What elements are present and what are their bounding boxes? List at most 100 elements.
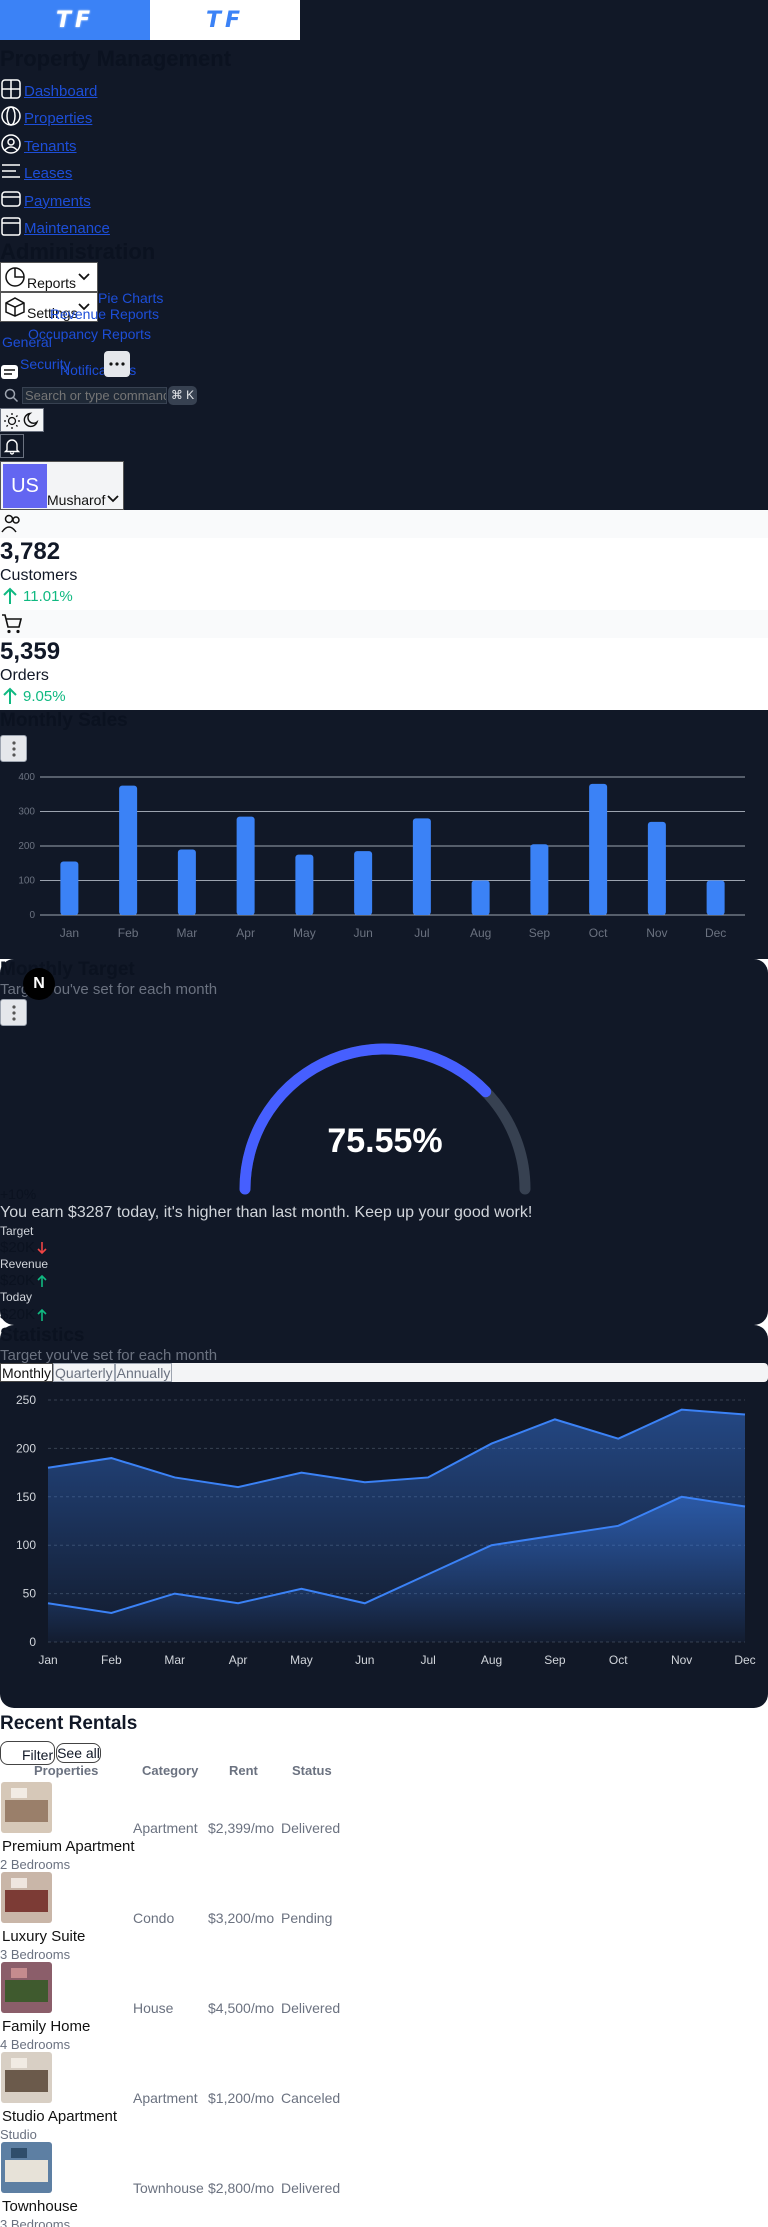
sidebar-item-label[interactable]: Leases <box>24 165 72 182</box>
theme-toggle-button[interactable] <box>0 408 44 432</box>
user-menu-button[interactable]: US Musharof <box>0 461 124 510</box>
sidebar-item-maintenance[interactable]: Maintenance <box>0 210 768 237</box>
sidebar-item-label[interactable]: Properties <box>24 110 92 127</box>
logo-light[interactable]: TF <box>150 0 300 40</box>
stat-label-target: Target <box>0 1224 34 1238</box>
more-options-button[interactable] <box>104 351 130 377</box>
status-cell: Delivered <box>281 2180 341 2196</box>
notifications-button[interactable] <box>0 434 24 458</box>
property-subtitle: 3 Bedrooms <box>0 2217 71 2227</box>
user-name: Musharof <box>47 492 106 508</box>
menu-icon[interactable] <box>0 363 20 381</box>
column-header-properties: Properties <box>34 1763 99 1778</box>
rent-cell: $2,399/mo <box>208 1820 275 1836</box>
sidebar-item-payments[interactable]: Payments <box>0 182 768 210</box>
bar[interactable] <box>60 861 79 915</box>
submenu-pie-charts[interactable]: Pie Charts <box>98 290 163 306</box>
property-subtitle: Studio <box>0 2127 37 2142</box>
calendar-icon <box>1 217 21 236</box>
monthly-target-title: Monthly Target <box>0 959 135 980</box>
bar[interactable] <box>354 851 373 915</box>
gauge-track <box>239 1043 531 1195</box>
bar[interactable] <box>706 880 725 916</box>
y-tick-label: 300 <box>18 807 35 818</box>
submenu-revenue-reports[interactable]: Revenue Reports <box>50 306 159 322</box>
see-all-button[interactable]: See all <box>56 1743 101 1763</box>
category-cell: Townhouse <box>133 2180 204 2196</box>
chevron-down-icon <box>78 273 90 281</box>
property-name: Townhouse <box>2 2198 78 2215</box>
vertical-dots-icon <box>11 1004 16 1021</box>
tab-quarterly[interactable]: Quarterly <box>53 1363 115 1382</box>
reports-dropdown[interactable]: Reports <box>0 262 98 292</box>
bar[interactable] <box>589 783 608 915</box>
category-cell: Apartment <box>133 1820 198 1836</box>
moon-icon <box>23 412 39 428</box>
customers-icon-row <box>0 510 768 538</box>
sidebar-item-tenants[interactable]: Tenants <box>0 127 768 155</box>
status-cell: Delivered <box>281 1820 341 1836</box>
property-thumbnail <box>1 1872 52 1923</box>
filter-button[interactable]: Filter <box>0 1741 55 1765</box>
sidebar-item-label[interactable]: Maintenance <box>24 220 110 237</box>
statistics-title: Statistics <box>0 1325 85 1346</box>
metric-value: 5,359 <box>0 638 61 665</box>
sidebar-item-label[interactable]: Payments <box>24 193 91 210</box>
bar[interactable] <box>471 880 490 916</box>
submenu-general[interactable]: General <box>2 334 52 350</box>
logo-text: TF <box>55 7 95 33</box>
y-tick-label: 100 <box>18 876 35 887</box>
stat-target: $20K <box>0 1239 49 1256</box>
sidebar-item-leases[interactable]: Leases <box>0 155 768 182</box>
x-tick-label: Jul <box>414 926 429 940</box>
bar[interactable] <box>177 849 196 915</box>
logo-dark[interactable]: TF <box>0 0 150 40</box>
x-tick-label: Mar <box>177 926 198 940</box>
sidebar-item-dashboard[interactable]: Dashboard <box>0 72 768 100</box>
bar[interactable] <box>236 816 255 915</box>
bar[interactable] <box>295 854 314 915</box>
category-cell: House <box>133 2000 174 2016</box>
reports-label: Reports <box>27 275 77 291</box>
next-logo[interactable]: N <box>23 968 55 1000</box>
gauge-value: 75.55% <box>327 1122 442 1160</box>
metric-change: 11.01% <box>0 586 768 606</box>
logo-row: TF TF <box>0 0 768 40</box>
bar[interactable] <box>530 844 549 915</box>
monthly-sales-menu-button[interactable] <box>0 735 27 762</box>
card-icon <box>1 190 21 207</box>
cart-icon <box>2 614 23 634</box>
arrow-up-icon <box>3 687 17 704</box>
category-cell: Condo <box>133 1910 175 1926</box>
box-icon <box>5 297 25 317</box>
section-title-admin: Administration <box>0 239 156 264</box>
list-icon <box>2 164 20 178</box>
tab-annually[interactable]: Annually <box>114 1363 173 1382</box>
rent-cell: $4,500/mo <box>208 2000 275 2016</box>
bar[interactable] <box>119 785 138 915</box>
y-tick-label: 0 <box>29 910 35 921</box>
sidebar-item-label[interactable]: Dashboard <box>24 83 97 100</box>
property-thumbnail <box>1 2052 52 2103</box>
users-icon <box>1 514 20 533</box>
property-name: Family Home <box>2 2018 91 2035</box>
metric-change: 9.05% <box>0 686 768 706</box>
sidebar-item-properties[interactable]: Properties <box>0 100 768 127</box>
column-header-status: Status <box>292 1763 332 1778</box>
bar[interactable] <box>647 821 666 915</box>
status-cell: Pending <box>281 1910 333 1926</box>
arrow-up-icon <box>3 587 17 604</box>
property-thumbnail <box>1 2142 52 2193</box>
x-tick-label: Nov <box>671 1653 692 1667</box>
sidebar-item-label[interactable]: Tenants <box>24 138 77 155</box>
bar[interactable] <box>412 818 431 915</box>
x-tick-label: Sep <box>529 926 551 940</box>
vertical-dots-icon <box>11 740 16 757</box>
tab-monthly[interactable]: Monthly <box>0 1363 54 1382</box>
orders-icon-row <box>0 610 768 638</box>
search-input[interactable] <box>22 387 167 404</box>
property-thumbnail <box>1 1962 52 2013</box>
column-header-category: Category <box>142 1763 199 1778</box>
rent-cell: $2,800/mo <box>208 2180 275 2196</box>
monthly-target-menu-button[interactable] <box>0 999 27 1026</box>
